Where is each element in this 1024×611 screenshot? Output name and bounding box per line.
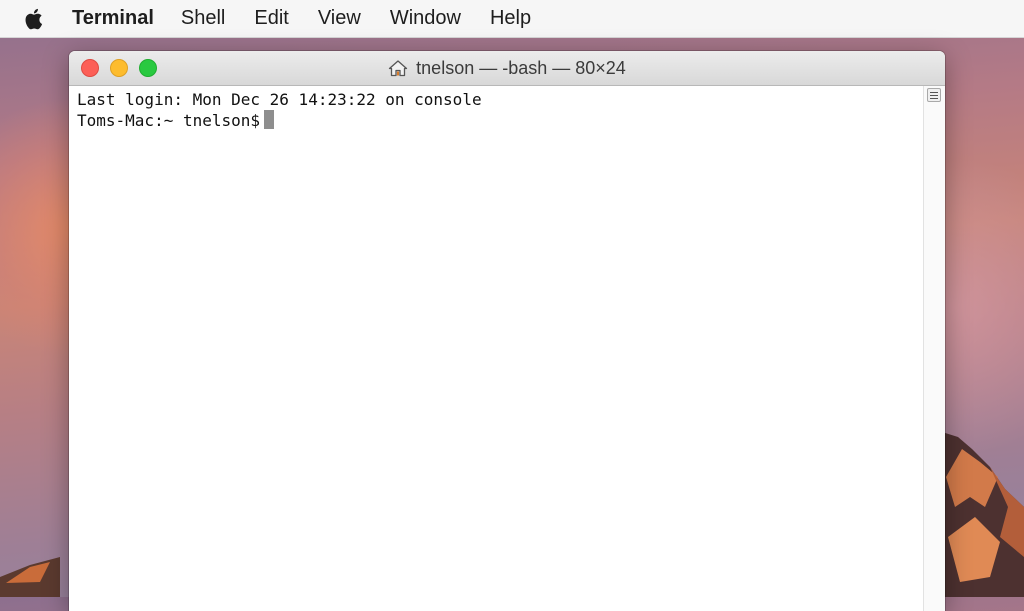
menu-edit[interactable]: Edit: [254, 0, 288, 37]
vertical-scrollbar[interactable]: [923, 86, 945, 611]
terminal-output[interactable]: Last login: Mon Dec 26 14:23:22 on conso…: [69, 86, 924, 611]
window-title-text: tnelson — -bash — 80×24: [416, 57, 626, 78]
menu-terminal[interactable]: Terminal: [72, 0, 154, 37]
terminal-prompt-line: Toms-Mac:~ tnelson$: [77, 110, 924, 131]
window-title-bar[interactable]: tnelson — -bash — 80×24: [69, 51, 945, 86]
text-cursor: [264, 110, 275, 129]
terminal-window: tnelson — -bash — 80×24 Last login: Mon …: [69, 51, 945, 611]
menu-help[interactable]: Help: [490, 0, 531, 37]
terminal-line-last-login: Last login: Mon Dec 26 14:23:22 on conso…: [77, 90, 482, 109]
menu-shell[interactable]: Shell: [181, 0, 225, 37]
apple-logo-icon[interactable]: [23, 7, 45, 31]
menu-window[interactable]: Window: [390, 0, 461, 37]
terminal-prompt: Toms-Mac:~ tnelson$: [77, 111, 261, 130]
window-title: tnelson — -bash — 80×24: [69, 51, 945, 85]
menu-view[interactable]: View: [318, 0, 361, 37]
home-icon: [388, 59, 408, 77]
split-pane-icon[interactable]: [927, 88, 941, 102]
menu-bar: Terminal Shell Edit View Window Help: [0, 0, 1024, 38]
